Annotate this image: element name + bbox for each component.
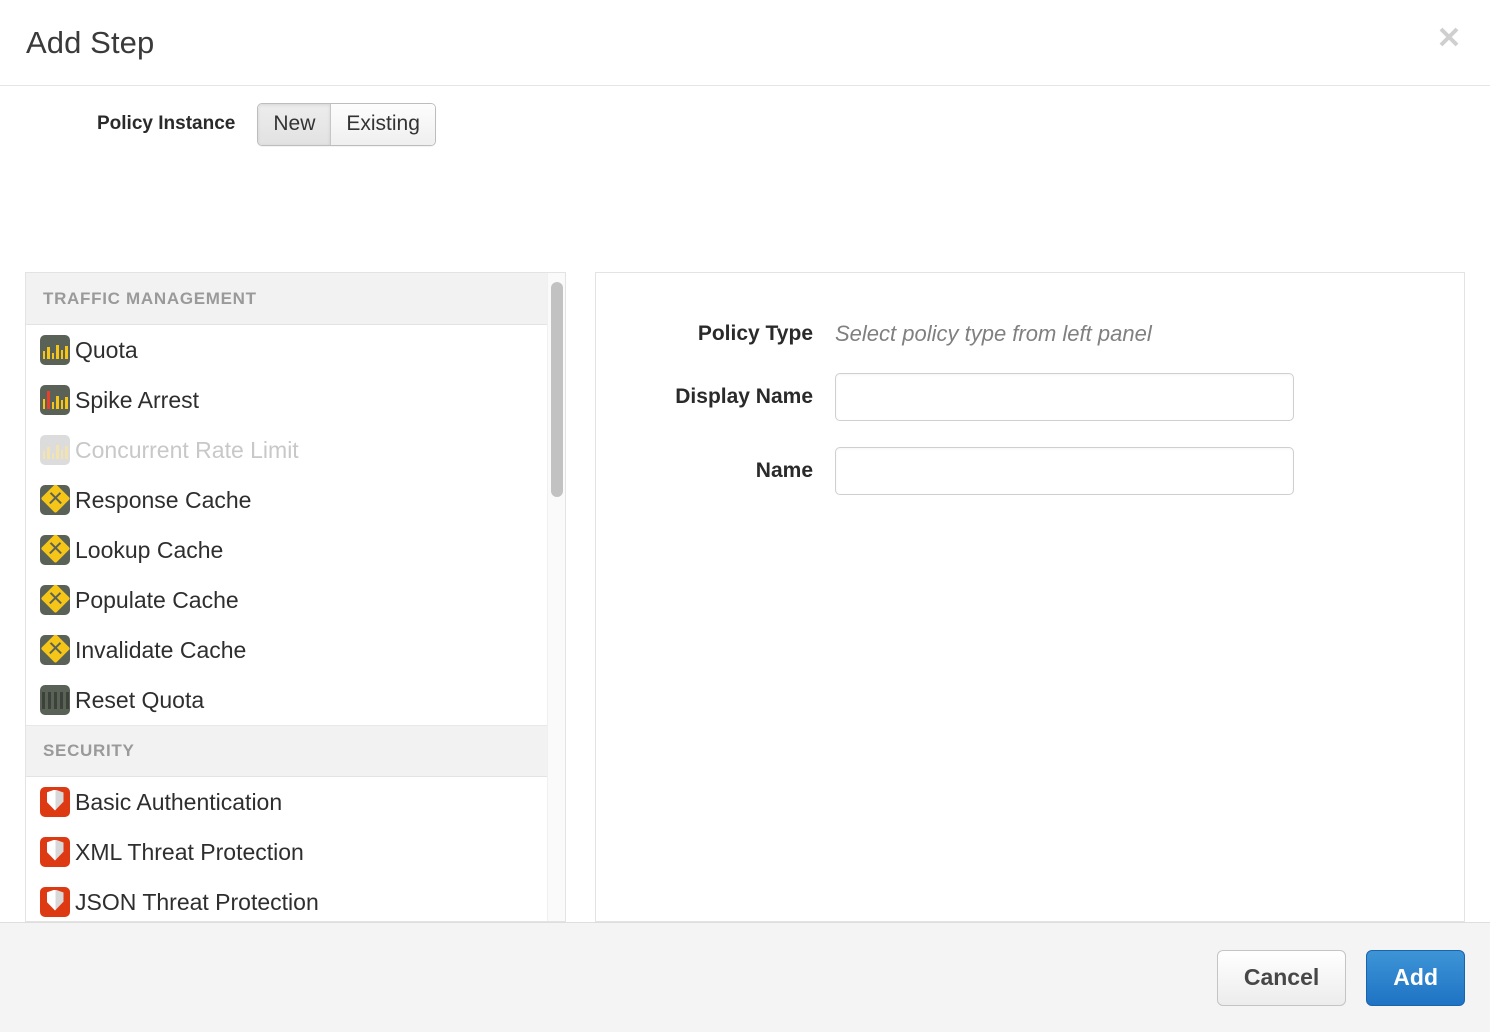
policy-list-item-label: XML Threat Protection [75,839,304,866]
cache-diamond-icon [40,585,70,615]
dialog-body: Policy Instance New Existing TRAFFIC MAN… [0,86,1490,922]
policy-list-item-label: Lookup Cache [75,537,223,564]
cache-diamond-icon [40,635,70,665]
policy-instance-option-existing[interactable]: Existing [330,104,435,145]
policy-form: Policy Type Select policy type from left… [596,273,1464,495]
shield-icon [40,887,70,917]
name-input[interactable] [835,447,1294,495]
policy-list-item[interactable]: Basic Authentication [26,777,565,827]
policy-list-item[interactable]: Quota [26,325,565,375]
policy-list-item[interactable]: Invalidate Cache [26,625,565,675]
policy-group-header: SECURITY [26,725,565,777]
policy-list-item-label: Quota [75,337,138,364]
policy-list-item[interactable]: Lookup Cache [26,525,565,575]
policy-list-item[interactable]: Populate Cache [26,575,565,625]
dialog-header: Add Step [0,0,1490,86]
policy-list-item-label: Concurrent Rate Limit [75,437,299,464]
policy-list-item-label: Basic Authentication [75,789,282,816]
policy-list: TRAFFIC MANAGEMENT Quota Spike Arrest Concu… [26,273,565,921]
display-name-row: Display Name [596,373,1464,421]
policy-list-item[interactable]: XML Threat Protection [26,827,565,877]
policy-instance-toggle[interactable]: New Existing [257,103,436,146]
policy-list-item[interactable]: JSON Threat Protection [26,877,565,921]
policy-type-label: Policy Type [596,322,835,346]
shield-icon [40,837,70,867]
policy-list-item-label: Response Cache [75,487,251,514]
close-icon [1436,24,1462,50]
policy-detail-panel: Policy Type Select policy type from left… [595,272,1465,922]
policy-list-item-label: Reset Quota [75,687,204,714]
policy-list-item-label: Spike Arrest [75,387,199,414]
policy-instance-option-new[interactable]: New [258,104,330,145]
name-label: Name [596,459,835,483]
policy-type-value: Select policy type from left panel [835,321,1152,347]
dialog-footer: Cancel Add [0,922,1490,1032]
policy-list-item-label: JSON Threat Protection [75,889,319,916]
policy-list-item[interactable]: Spike Arrest [26,375,565,425]
reset-bars-icon [40,685,70,715]
policy-instance-label: Policy Instance [97,113,235,135]
cancel-button[interactable]: Cancel [1217,950,1346,1006]
add-step-dialog: Add Step Policy Instance New Existing TR… [0,0,1490,1032]
panels: TRAFFIC MANAGEMENT Quota Spike Arrest Concu… [25,272,1465,922]
policy-list-item-label: Invalidate Cache [75,637,246,664]
policy-instance-row: Policy Instance New Existing [0,86,1490,162]
bar-chart-icon [40,435,70,465]
policy-list-scrollbar-thumb[interactable] [551,282,563,497]
display-name-label: Display Name [596,385,835,409]
shield-icon [40,787,70,817]
name-row: Name [596,447,1464,495]
bar-chart-icon [40,335,70,365]
policy-list-panel: TRAFFIC MANAGEMENT Quota Spike Arrest Concu… [25,272,566,922]
policy-list-item[interactable]: Reset Quota [26,675,565,725]
page-title: Add Step [26,25,154,61]
close-button[interactable] [1430,18,1468,56]
policy-list-item: Concurrent Rate Limit [26,425,565,475]
bar-chart-spike-icon [40,385,70,415]
policy-group-header: TRAFFIC MANAGEMENT [26,273,565,325]
cache-diamond-icon [40,535,70,565]
policy-list-item[interactable]: Response Cache [26,475,565,525]
policy-list-item-label: Populate Cache [75,587,239,614]
add-button[interactable]: Add [1366,950,1465,1006]
cache-diamond-icon [40,485,70,515]
policy-list-scrollbar[interactable] [547,273,565,921]
display-name-input[interactable] [835,373,1294,421]
policy-type-row: Policy Type Select policy type from left… [596,321,1464,347]
